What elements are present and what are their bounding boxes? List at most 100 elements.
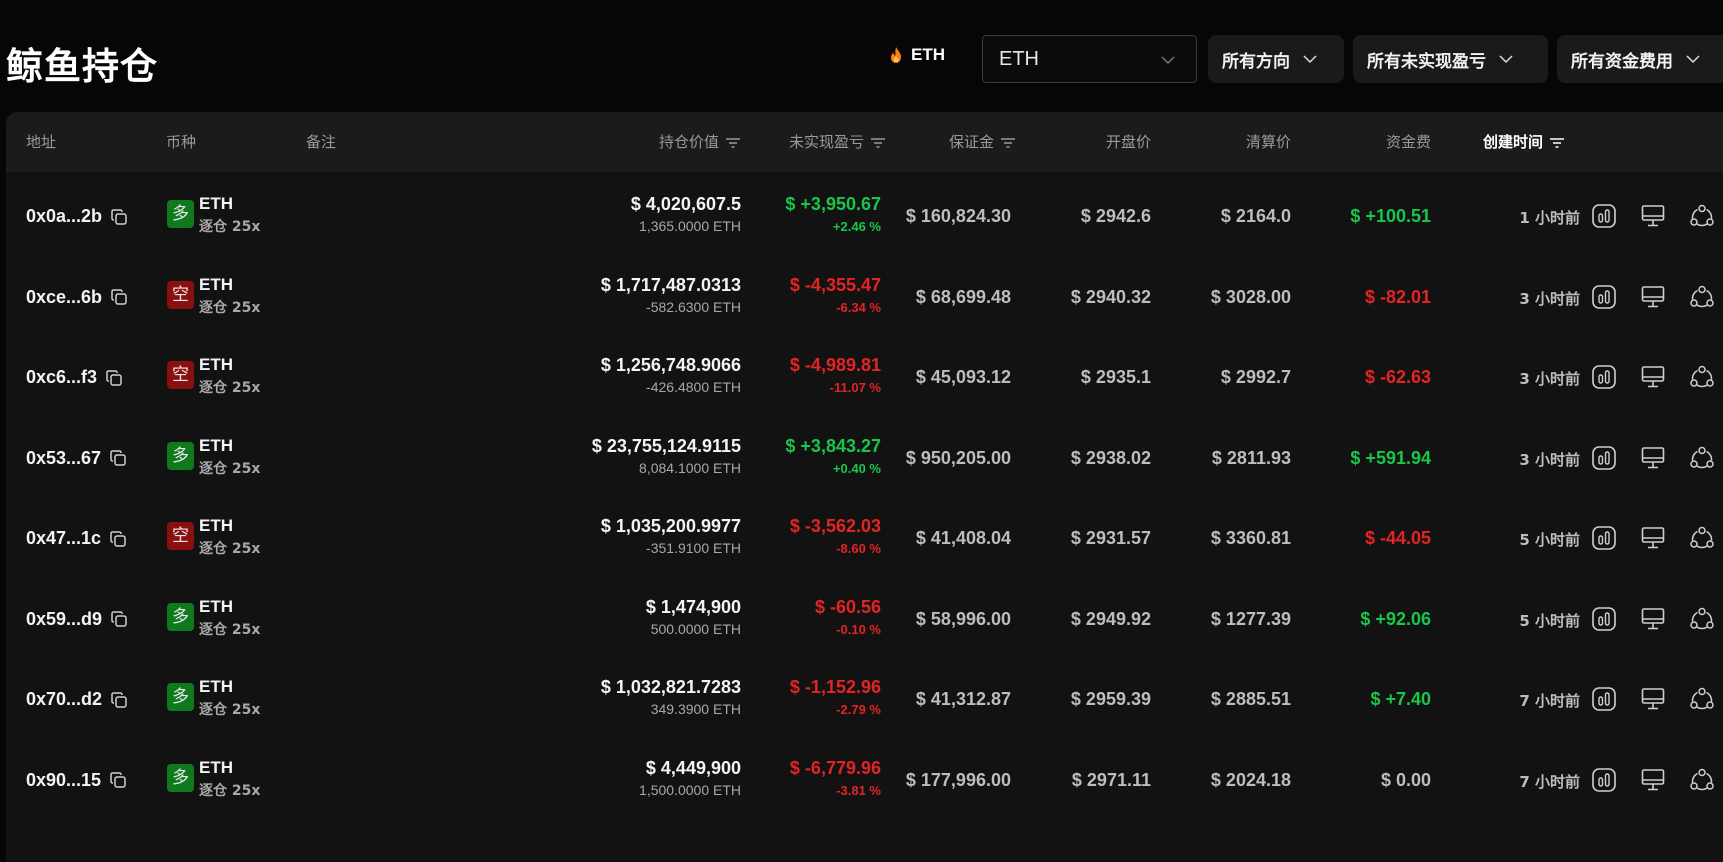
open-price: $ 2940.32: [1070, 286, 1151, 307]
liq-price: $ 2992.7: [1220, 367, 1291, 387]
col-coin: 币种: [166, 133, 197, 151]
address-cell[interactable]: 0xc6...f3: [26, 367, 123, 388]
table-row[interactable]: 0x0a...2b 多 ETH 逐仓 25x $ 4,020,607.5 1,3…: [6, 172, 1723, 260]
chart-icon[interactable]: [1591, 364, 1617, 390]
col-created[interactable]: 创建时间: [1483, 112, 1565, 172]
address-text[interactable]: 0x70...d2: [26, 689, 102, 710]
col-margin[interactable]: 保证金: [949, 112, 1016, 172]
address-text[interactable]: 0x59...d9: [26, 609, 102, 630]
position-value: $ 4,449,900: [645, 757, 741, 778]
copy-icon[interactable]: [110, 288, 128, 306]
table-row[interactable]: 0x47...1c 空 ETH 逐仓 25x $ 1,035,200.9977 …: [6, 494, 1723, 582]
address-cell[interactable]: 0x59...d9: [26, 609, 128, 630]
col-unrealized-pnl[interactable]: 未实现盈亏: [789, 112, 886, 172]
hot-token-badge[interactable]: ETH: [889, 45, 945, 65]
address-text[interactable]: 0x47...1c: [26, 528, 101, 549]
page-title: 鲸鱼持仓: [6, 45, 158, 88]
chart-icon[interactable]: [1591, 767, 1617, 793]
position-value: $ 1,256,748.9066: [600, 355, 741, 375]
address-text[interactable]: 0x90...15: [26, 770, 101, 791]
copy-icon[interactable]: [109, 530, 127, 548]
monitor-icon[interactable]: [1640, 203, 1666, 229]
pnl-filter[interactable]: 所有未实现盈亏: [1353, 35, 1548, 83]
monitor-icon[interactable]: [1640, 606, 1666, 632]
address-cell[interactable]: 0x90...15: [26, 770, 127, 791]
sort-icon[interactable]: [870, 137, 886, 149]
funding-fee: $ -44.05: [1364, 528, 1431, 548]
copy-icon[interactable]: [109, 771, 127, 789]
table-row[interactable]: 0x70...d2 多 ETH 逐仓 25x $ 1,032,821.7283 …: [6, 655, 1723, 743]
table-row[interactable]: 0x53...67 多 ETH 逐仓 25x $ 23,755,124.9115…: [6, 414, 1723, 502]
created-time: 5 小时前: [1519, 611, 1580, 630]
unrealized-pnl-pct: -8.60 %: [836, 541, 881, 556]
coin-name: ETH: [199, 194, 233, 213]
copy-icon[interactable]: [110, 610, 128, 628]
chart-icon[interactable]: [1591, 525, 1617, 551]
margin-mode: 逐仓 25x: [199, 380, 261, 396]
share-icon[interactable]: [1689, 364, 1715, 390]
sort-icon[interactable]: [1549, 137, 1565, 149]
table-row[interactable]: 0x59...d9 多 ETH 逐仓 25x $ 1,474,900 500.0…: [6, 575, 1723, 663]
copy-icon[interactable]: [110, 691, 128, 709]
direction-filter[interactable]: 所有方向: [1208, 35, 1344, 83]
coin-name: ETH: [199, 355, 233, 374]
copy-icon[interactable]: [109, 449, 127, 467]
address-cell[interactable]: 0x47...1c: [26, 528, 127, 549]
monitor-icon[interactable]: [1640, 445, 1666, 471]
address-cell[interactable]: 0xce...6b: [26, 287, 128, 308]
share-icon[interactable]: [1689, 284, 1715, 310]
chevron-down-icon: [1686, 55, 1700, 64]
address-cell[interactable]: 0x70...d2: [26, 689, 128, 710]
position-value: $ 1,035,200.9977: [600, 516, 741, 536]
chart-icon[interactable]: [1591, 445, 1617, 471]
margin-value: $ 41,408.04: [915, 528, 1011, 548]
liq-price: $ 2885.51: [1210, 689, 1291, 709]
share-icon[interactable]: [1689, 606, 1715, 632]
open-price: $ 2971.11: [1071, 769, 1151, 790]
funding-filter[interactable]: 所有资金费用: [1557, 35, 1723, 83]
share-icon[interactable]: [1689, 203, 1715, 229]
funding-fee: $ -82.01: [1364, 286, 1431, 307]
copy-icon[interactable]: [105, 369, 123, 387]
margin-value: $ 41,312.87: [915, 689, 1011, 709]
chart-icon[interactable]: [1591, 284, 1617, 310]
created-time: 5 小时前: [1519, 531, 1580, 549]
coin-select[interactable]: ETH: [982, 35, 1197, 83]
monitor-icon[interactable]: [1640, 525, 1666, 551]
address-text[interactable]: 0xc6...f3: [26, 367, 97, 388]
unrealized-pnl-pct: +0.40 %: [832, 460, 881, 476]
position-qty: 349.3900 ETH: [650, 701, 741, 717]
table-row[interactable]: 0x90...15 多 ETH 逐仓 25x $ 4,449,900 1,500…: [6, 736, 1723, 824]
share-icon[interactable]: [1689, 525, 1715, 551]
created-time: 3 小时前: [1519, 370, 1580, 388]
share-icon[interactable]: [1689, 445, 1715, 471]
position-qty: -351.9100 ETH: [646, 540, 741, 556]
monitor-icon[interactable]: [1640, 767, 1666, 793]
monitor-icon[interactable]: [1640, 364, 1666, 390]
sort-icon[interactable]: [725, 137, 741, 149]
chart-icon[interactable]: [1591, 686, 1617, 712]
open-price: $ 2949.92: [1070, 608, 1151, 629]
share-icon[interactable]: [1689, 767, 1715, 793]
address-text[interactable]: 0xce...6b: [26, 287, 102, 308]
chevron-down-icon: [1161, 56, 1175, 65]
address-cell[interactable]: 0x53...67: [26, 448, 127, 469]
table-row[interactable]: 0xc6...f3 空 ETH 逐仓 25x $ 1,256,748.9066 …: [6, 333, 1723, 421]
monitor-icon[interactable]: [1640, 284, 1666, 310]
share-icon[interactable]: [1689, 686, 1715, 712]
table-row[interactable]: 0xce...6b 空 ETH 逐仓 25x $ 1,717,487.0313 …: [6, 253, 1723, 341]
sort-icon[interactable]: [1000, 137, 1016, 149]
col-position-value[interactable]: 持仓价值: [659, 112, 741, 172]
chart-icon[interactable]: [1591, 606, 1617, 632]
monitor-icon[interactable]: [1640, 686, 1666, 712]
margin-value: $ 68,699.48: [915, 286, 1011, 307]
copy-icon[interactable]: [110, 208, 128, 226]
col-margin-label: 保证金: [948, 133, 994, 151]
col-open-price: 开盘价: [1105, 133, 1151, 151]
position-qty: 1,500.0000 ETH: [639, 781, 741, 798]
address-text[interactable]: 0x0a...2b: [26, 206, 102, 227]
chart-icon[interactable]: [1591, 203, 1617, 229]
address-text[interactable]: 0x53...67: [26, 448, 101, 469]
address-cell[interactable]: 0x0a...2b: [26, 206, 128, 227]
unrealized-pnl: $ +3,843.27: [785, 435, 881, 456]
